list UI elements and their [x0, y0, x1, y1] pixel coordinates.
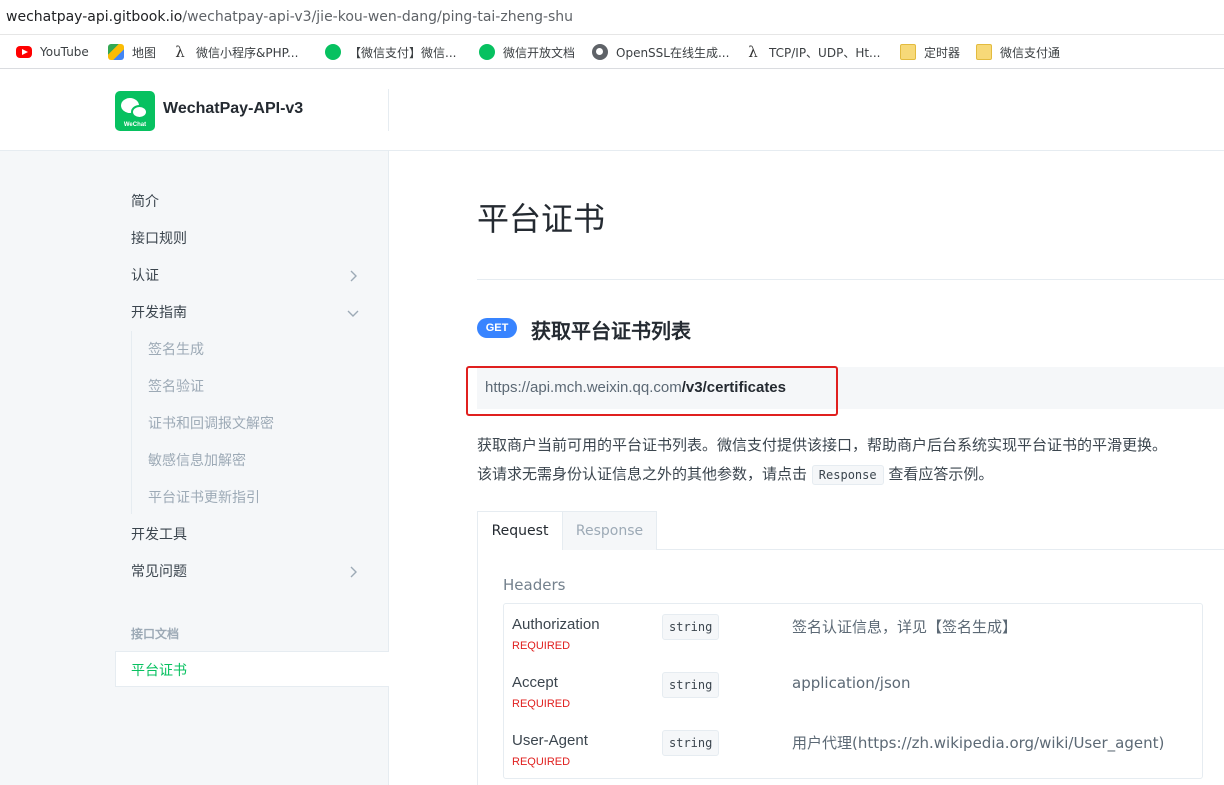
site-header: WeChat WechatPay-API-v3	[0, 70, 1224, 151]
type-badge: string	[662, 614, 720, 640]
subnav-rule	[131, 331, 132, 514]
sidebar-section-label: 接口文档	[131, 627, 180, 641]
header-description: 签名认证信息，详见【签名生成】	[792, 618, 1018, 636]
bookmark-maps[interactable]: 地图	[108, 43, 156, 61]
headers-label: Headers	[503, 576, 566, 594]
table-row: Accept REQUIRED string application/json	[504, 662, 1204, 720]
wechat-logo-icon[interactable]: WeChat	[115, 91, 155, 131]
sidebar-item-intro[interactable]: 简介	[131, 190, 159, 212]
url-text[interactable]: wechatpay-api.gitbook.io/wechatpay-api-v…	[6, 9, 573, 25]
sidebar-item-faq[interactable]: 常见问题	[131, 560, 187, 582]
headers-table: Authorization REQUIRED string 签名认证信息，详见【…	[503, 603, 1203, 779]
desc-line-2: 该请求无需身份认证信息之外的其他参数，请点击 Response 查看应答示例。	[477, 465, 994, 485]
header-name: Accept	[512, 674, 558, 691]
bookmark-wechat-open-docs[interactable]: 微信开放文档	[479, 43, 575, 61]
request-response-tabs: Request Response	[477, 511, 1224, 551]
sidebar-item-sensitive-info[interactable]: 敏感信息加解密	[148, 449, 246, 471]
header-description: application/json	[792, 674, 911, 692]
header-divider	[388, 89, 389, 131]
bookmark-miniprogram-php[interactable]: λ 微信小程序&PHP...	[172, 43, 298, 61]
chevron-down-icon[interactable]	[346, 306, 360, 320]
type-badge: string	[662, 730, 720, 756]
wechat-icon	[325, 44, 341, 60]
lambda-icon: λ	[175, 43, 185, 61]
bookmark-openssl[interactable]: OpenSSL在线生成...	[592, 43, 729, 61]
sidebar-item-sign-generate[interactable]: 签名生成	[148, 338, 204, 360]
red-highlight-box	[466, 366, 838, 416]
chevron-right-icon[interactable]	[346, 565, 360, 579]
sidebar-item-platform-cert[interactable]: 平台证书	[115, 651, 389, 687]
header-description: 用户代理(https://zh.wikipedia.org/wiki/User_…	[792, 734, 1165, 752]
sidebar-item-sign-verify[interactable]: 签名验证	[148, 375, 204, 397]
header-name: Authorization	[512, 616, 600, 633]
sidebar-item-api-rules[interactable]: 接口规则	[131, 227, 187, 249]
required-label: REQUIRED	[512, 756, 571, 768]
sidebar-item-label: 平台证书	[131, 663, 187, 679]
url-host: wechatpay-api.gitbook.io	[6, 9, 183, 25]
bookmark-folder-wechatpay[interactable]: 微信支付通	[976, 43, 1060, 61]
required-label: REQUIRED	[512, 698, 571, 710]
request-panel: Headers Authorization REQUIRED string 签名…	[477, 550, 1224, 785]
sidebar-item-dev-guide[interactable]: 开发指南	[131, 301, 187, 323]
sidebar-item-cert-update-guide[interactable]: 平台证书更新指引	[148, 486, 260, 508]
header-name: User-Agent	[512, 732, 588, 749]
maps-icon	[108, 44, 124, 60]
table-row: Authorization REQUIRED string 签名认证信息，详见【…	[504, 604, 1204, 662]
bookmark-wechat-pay[interactable]: 【微信支付】微信...	[325, 43, 456, 61]
logo-text: WeChat	[123, 122, 147, 128]
method-badge: GET	[477, 318, 517, 338]
folder-icon	[976, 44, 992, 60]
sidebar-item-dev-tools[interactable]: 开发工具	[131, 523, 187, 545]
url-path: /wechatpay-api-v3/jie-kou-wen-dang/ping-…	[182, 9, 574, 25]
page-title: 平台证书	[477, 200, 606, 238]
sidebar: 简介 接口规则 认证 开发指南 签名生成 签名验证 证书和回调报文解密 敏感信息…	[0, 151, 389, 785]
lambda-icon: λ	[748, 43, 758, 61]
response-code-ref: Response	[811, 465, 884, 485]
tab-response[interactable]: Response	[562, 511, 657, 550]
table-row: User-Agent REQUIRED string 用户代理(https://…	[504, 720, 1204, 778]
bookmarks-bar: YouTube 地图 λ 微信小程序&PHP... 【微信支付】微信... 微信开…	[0, 35, 1224, 69]
site-title[interactable]: WechatPay-API-v3	[163, 100, 303, 118]
browser-url-bar[interactable]: wechatpay-api.gitbook.io/wechatpay-api-v…	[0, 0, 1224, 35]
type-badge: string	[662, 672, 720, 698]
main-content: 平台证书 GET 获取平台证书列表 https://api.mch.weixin…	[389, 151, 1224, 785]
sidebar-item-cert-decrypt[interactable]: 证书和回调报文解密	[148, 412, 274, 434]
bookmark-tcpip[interactable]: λ TCP/IP、UDP、Ht...	[745, 43, 880, 61]
title-divider	[477, 279, 1224, 280]
sidebar-item-auth[interactable]: 认证	[131, 264, 159, 286]
required-label: REQUIRED	[512, 640, 571, 652]
logo-bubble-small	[131, 105, 148, 119]
wechat-icon	[479, 44, 495, 60]
desc-line-1: 获取商户当前可用的平台证书列表。微信支付提供该接口，帮助商户后台系统实现平台证书…	[477, 436, 1168, 454]
youtube-icon	[16, 46, 32, 58]
folder-icon	[900, 44, 916, 60]
bookmark-folder-timer[interactable]: 定时器	[900, 43, 960, 61]
endpoint-title: 获取平台证书列表	[531, 319, 691, 343]
globe-icon	[592, 44, 608, 60]
chevron-right-icon[interactable]	[346, 269, 360, 283]
endpoint-description: 获取商户当前可用的平台证书列表。微信支付提供该接口，帮助商户后台系统实现平台证书…	[477, 431, 1224, 490]
bookmark-youtube[interactable]: YouTube	[16, 43, 89, 61]
tab-request[interactable]: Request	[477, 511, 562, 551]
